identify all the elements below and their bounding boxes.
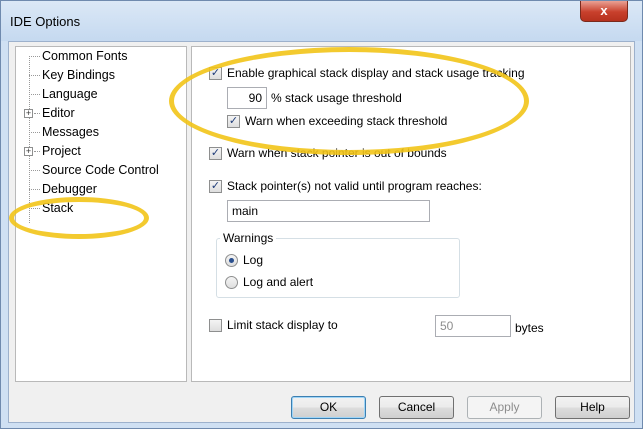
tree-connector (29, 132, 40, 133)
window-title: IDE Options (10, 14, 81, 29)
ok-button[interactable]: OK (291, 396, 366, 419)
help-button[interactable]: Help (555, 396, 630, 419)
log-radio[interactable] (225, 254, 238, 267)
tree-connector (29, 94, 40, 95)
expand-icon[interactable]: + (24, 147, 33, 156)
program-reaches-input[interactable]: main (227, 200, 430, 222)
tree-item-language[interactable]: Language (42, 85, 98, 103)
annotation-highlight (9, 197, 149, 239)
close-button[interactable]: x (580, 1, 628, 22)
pointer-not-valid-checkbox[interactable]: ✓ (209, 180, 222, 193)
tree-item-debugger[interactable]: Debugger (42, 180, 97, 198)
warnings-group-title: Warnings (220, 231, 277, 245)
tree-item-editor[interactable]: Editor (42, 104, 75, 122)
limit-display-checkbox[interactable] (209, 319, 222, 332)
limit-bytes-input[interactable]: 50 (435, 315, 511, 337)
warnings-groupbox (216, 238, 460, 298)
log-radio-label: Log (243, 253, 264, 267)
apply-button[interactable]: Apply (467, 396, 542, 419)
tree-item-key-bindings[interactable]: Key Bindings (42, 66, 115, 84)
tree-item-project[interactable]: Project (42, 142, 81, 160)
tree-connector (29, 170, 40, 171)
bytes-label: bytes (515, 321, 544, 335)
tree-item-messages[interactable]: Messages (42, 123, 99, 141)
tree-connector (34, 151, 40, 152)
ide-options-window: IDE Options x Common Fonts Key Bindings … (0, 0, 643, 429)
annotation-highlight (169, 47, 529, 155)
title-bar[interactable]: IDE Options x (1, 1, 642, 41)
log-and-alert-radio-label: Log and alert (243, 275, 314, 289)
tree-item-common-fonts[interactable]: Common Fonts (42, 47, 127, 65)
tree-connector (29, 75, 40, 76)
cancel-button[interactable]: Cancel (379, 396, 454, 419)
tree-connector (34, 113, 40, 114)
tree-item-source-code-control[interactable]: Source Code Control (42, 161, 159, 179)
limit-display-label: Limit stack display to (227, 318, 338, 332)
tree-connector (29, 56, 40, 57)
warn-out-of-bounds-checkbox[interactable]: ✓ (209, 147, 222, 160)
log-and-alert-radio[interactable] (225, 276, 238, 289)
tree-connector (29, 56, 30, 223)
tree-connector (29, 189, 40, 190)
expand-icon[interactable]: + (24, 109, 33, 118)
pointer-not-valid-label: Stack pointer(s) not valid until program… (227, 179, 482, 193)
